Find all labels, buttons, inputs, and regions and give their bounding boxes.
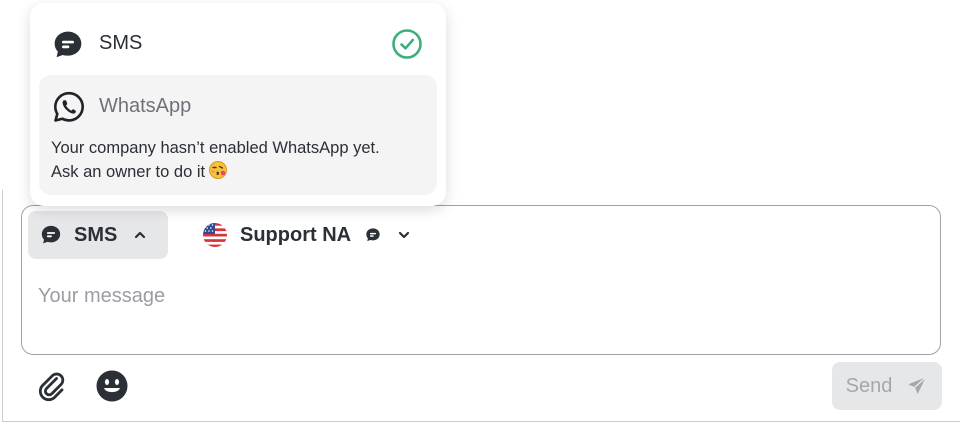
notice-line-text: Ask an owner to do it — [51, 163, 206, 181]
chevron-down-icon — [397, 228, 411, 242]
channel-selector-button[interactable]: SMS — [28, 211, 168, 259]
chevron-up-icon — [133, 228, 147, 242]
sms-bubble-icon — [365, 227, 381, 243]
option-label: WhatsApp — [99, 95, 192, 117]
dropdown-option-whatsapp: WhatsApp Your company hasn’t enabled Wha… — [39, 75, 437, 195]
sender-selector-button[interactable]: Support NA — [202, 211, 411, 259]
sms-bubble-icon — [40, 224, 62, 246]
emoji-smiley-icon[interactable] — [95, 369, 129, 403]
wink-kiss-emoji-icon — [208, 160, 228, 187]
message-composer: SMS Support NA Your message — [21, 205, 941, 355]
paperclip-icon[interactable] — [36, 370, 68, 402]
channel-label: SMS — [74, 223, 118, 246]
dropdown-option-sms[interactable]: SMS — [30, 9, 446, 77]
sender-label: Support NA — [240, 223, 352, 246]
channel-dropdown-menu: SMS WhatsApp Your company hasn’t enabled… — [30, 3, 446, 206]
sms-bubble-icon — [52, 29, 84, 66]
option-label: SMS — [99, 32, 143, 54]
send-button[interactable]: Send — [832, 362, 942, 410]
notice-line: Your company hasn’t enabled WhatsApp yet… — [51, 139, 380, 157]
notice-line-2: Ask an owner to do it — [51, 160, 435, 187]
checkmark-circle-icon — [391, 28, 423, 65]
paper-plane-icon — [906, 375, 928, 397]
message-input[interactable] — [38, 276, 918, 316]
send-label: Send — [845, 374, 893, 397]
us-flag-icon — [202, 222, 228, 248]
whatsapp-disabled-notice: Your company hasn’t enabled WhatsApp yet… — [51, 136, 435, 187]
whatsapp-icon — [52, 90, 86, 129]
